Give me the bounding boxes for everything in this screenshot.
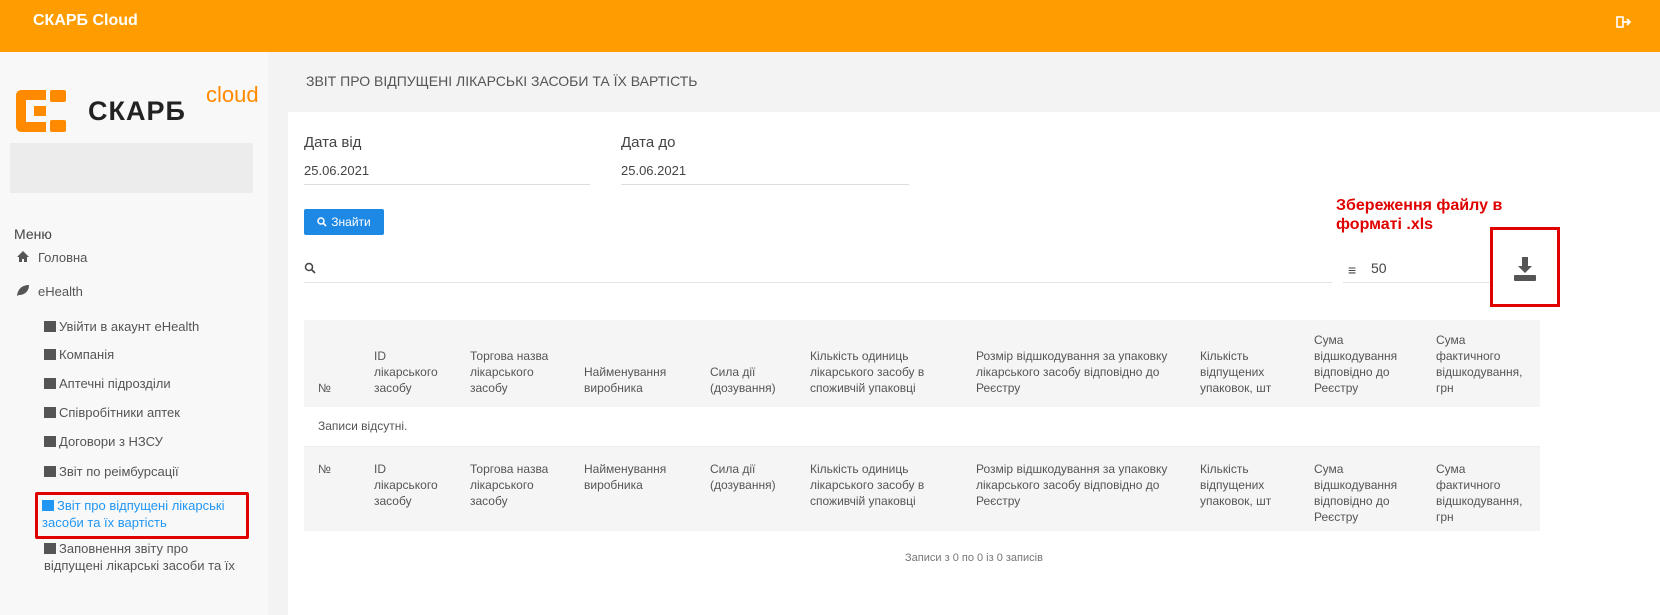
foot-col-manufacturer: Найменування виробника <box>584 461 667 492</box>
sidebar-user-box <box>10 143 253 193</box>
foot-col-id: ID лікарського засобу <box>374 461 438 508</box>
file-icon <box>44 436 56 447</box>
highlight-box <box>35 492 249 539</box>
col-reimbursement-sum[interactable]: Сума відшкодування відповідно до Реєстру <box>1300 320 1422 407</box>
logo-mark-icon <box>16 90 66 132</box>
empty-text: Записи відсутні. <box>318 419 408 434</box>
sidebar-subitem-pharmacy-units[interactable]: Аптечні підрозділи <box>44 375 254 392</box>
leaf-icon <box>17 285 29 296</box>
col-trade-name[interactable]: Торгова назва лікарського засобу <box>456 320 570 407</box>
sidebar-item-home[interactable]: Головна <box>16 250 87 265</box>
sidebar-item-ehealth[interactable]: eHealth <box>16 284 83 299</box>
date-from-label: Дата від <box>304 134 362 151</box>
col-manufacturer[interactable]: Найменування виробника <box>570 320 696 407</box>
date-to-input[interactable]: 25.06.2021 <box>621 163 686 178</box>
table-header-row: № ID лікарського засобу Торгова назва лі… <box>304 320 1540 407</box>
plus-square-icon <box>44 378 56 389</box>
per-page-underline <box>1343 282 1493 283</box>
search-icon <box>317 217 327 227</box>
file-icon <box>44 466 56 477</box>
col-dosage[interactable]: Сила дії (дозування) <box>696 320 796 407</box>
per-page-select[interactable]: 50 <box>1371 260 1387 276</box>
top-bar: СКАРБ Cloud <box>0 0 1660 52</box>
logo-text: СКАРБ <box>88 96 186 126</box>
foot-col-actual-sum: Сума фактичного відшкодування, грн <box>1436 461 1523 524</box>
col-reimbursement-per-pack[interactable]: Розмір відшкодування за упаковку лікарсь… <box>962 320 1186 407</box>
sidebar-subitem-reimbursement-report[interactable]: Звіт по реімбурсації <box>44 463 254 480</box>
download-highlight-box <box>1490 227 1560 307</box>
foot-col-dosage: Сила дії (дозування) <box>710 461 776 492</box>
home-icon <box>17 251 29 262</box>
logo: СКАРБ cloud <box>12 80 262 140</box>
sidebar-subitem-fill-report[interactable]: Заповнення звіту про відпущені лікарські… <box>44 540 244 574</box>
empty-row: Записи відсутні. <box>304 407 1540 446</box>
users-icon <box>44 407 56 418</box>
find-button-label: Знайти <box>331 215 371 229</box>
col-units-per-pack[interactable]: Кількість одиниць лікарського засобу в с… <box>796 320 962 407</box>
foot-col-number: № <box>318 461 331 476</box>
foot-col-reimbursement-per-pack: Розмір відшкодування за упаковку лікарсь… <box>976 461 1168 508</box>
sidebar-item-label: Головна <box>38 250 88 265</box>
app-title: СКАРБ Cloud <box>33 12 138 29</box>
logout-icon[interactable] <box>1616 14 1632 30</box>
date-from-input[interactable]: 25.06.2021 <box>304 163 369 178</box>
col-packs-dispensed[interactable]: Кількість відпущених упаковок, шт <box>1186 320 1300 407</box>
sidebar-subitem-company[interactable]: Компанія <box>44 346 254 363</box>
login-icon <box>44 321 56 332</box>
date-from-underline <box>304 184 590 185</box>
foot-col-packs-dispensed: Кількість відпущених упаковок, шт <box>1200 461 1272 508</box>
sidebar-subitem-label: Звіт по реімбурсації <box>59 464 179 479</box>
sidebar-subitem-employees[interactable]: Співробітники аптек <box>44 404 254 421</box>
report-card: Дата від 25.06.2021 Дата до 25.06.2021 З… <box>288 112 1660 615</box>
sidebar-subitem-label: Заповнення звіту про відпущені лікарські… <box>44 541 235 573</box>
file-icon <box>44 543 56 554</box>
pagination-info: Записи з 0 по 0 із 0 записів <box>905 552 1043 564</box>
col-number[interactable]: № <box>304 320 360 407</box>
col-id[interactable]: ID лікарського засобу <box>360 320 456 407</box>
sidebar-subitem-login[interactable]: Увійти в акаунт eHealth <box>44 318 254 335</box>
search-icon[interactable] <box>304 262 316 274</box>
sidebar-subitem-label: Співробітники аптек <box>59 405 180 420</box>
search-input[interactable] <box>304 282 1332 283</box>
sidebar-subitem-label: Увійти в акаунт eHealth <box>59 319 200 334</box>
database-icon <box>44 349 56 360</box>
sidebar: СКАРБ cloud Меню Головна eHealth Увійти … <box>0 52 268 615</box>
sidebar-subitem-label: Аптечні підрозділи <box>59 376 171 391</box>
foot-col-trade-name: Торгова назва лікарського засобу <box>470 461 549 508</box>
table-footer-row: № ID лікарського засобу Торгова назва лі… <box>304 446 1540 531</box>
sidebar-subitem-contracts[interactable]: Договори з НЗСУ <box>44 433 254 450</box>
sidebar-subitem-label: Компанія <box>59 347 115 362</box>
foot-col-reimbursement-sum: Сума відшкодування відповідно до Реєстру <box>1314 461 1398 524</box>
report-table: № ID лікарського засобу Торгова назва лі… <box>304 320 1540 531</box>
sidebar-item-label: eHealth <box>38 284 83 299</box>
date-to-label: Дата до <box>621 134 676 151</box>
col-actual-sum[interactable]: Сума фактичного відшкодування, грн <box>1422 320 1540 407</box>
date-to-underline <box>621 184 909 185</box>
menu-title: Меню <box>14 226 52 242</box>
sidebar-subitem-label: Договори з НЗСУ <box>59 434 163 449</box>
page-title: ЗВІТ ПРО ВІДПУЩЕНІ ЛІКАРСЬКІ ЗАСОБИ ТА Ї… <box>306 73 698 89</box>
find-button[interactable]: Знайти <box>304 209 384 235</box>
foot-col-units-per-pack: Кількість одиниць лікарського засобу в с… <box>810 461 925 508</box>
logo-sub: cloud <box>206 82 259 107</box>
list-icon: ≡ <box>1348 262 1357 278</box>
